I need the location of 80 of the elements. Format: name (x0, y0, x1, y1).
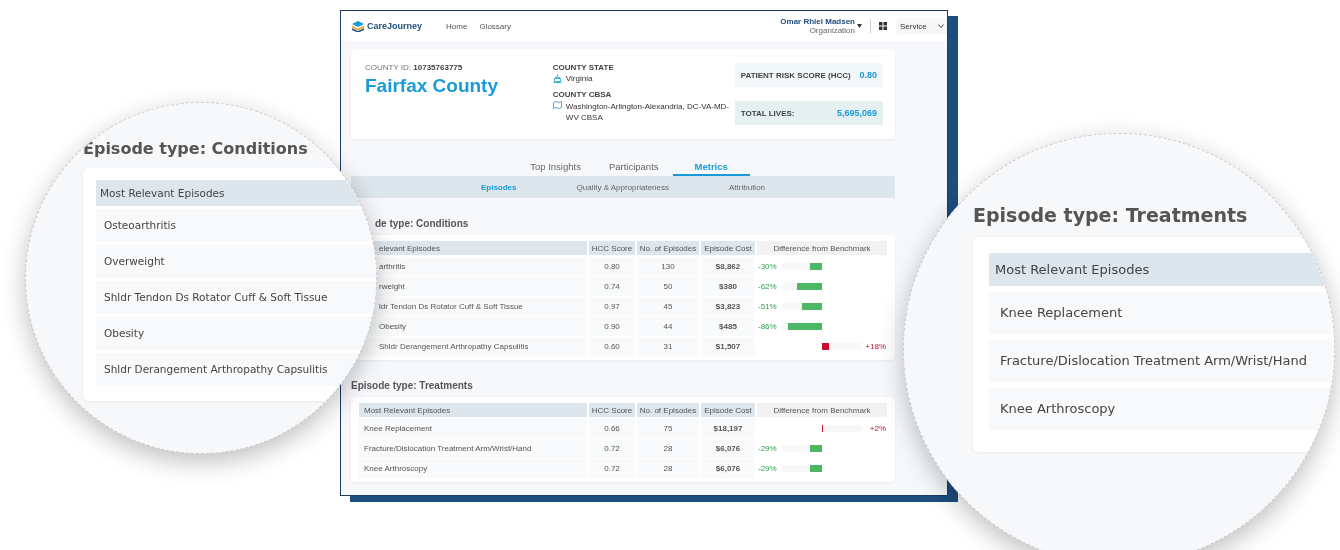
stat-label: TOTAL LIVES: (740, 108, 795, 118)
table-cell: Knee Replacement (359, 419, 587, 438)
table-cell: 0.80 (589, 257, 635, 276)
table-cell: 0.97 (589, 297, 635, 316)
table-cell: Overweight (96, 245, 376, 278)
map-icon (552, 101, 562, 109)
difference-value: -29% (758, 444, 778, 453)
table-cell: Shldr Tendon Ds Rotator Cuff & Soft Tissue (96, 281, 376, 314)
subtab[interactable]: Attribution (729, 182, 766, 192)
user-role: Organization (809, 26, 855, 35)
column-header: HCC Score (589, 403, 635, 417)
table-cell: 130 (637, 257, 699, 276)
table-cell: $3,823 (701, 297, 755, 316)
section-title: de type: Conditions (374, 218, 470, 229)
stat-value: 5,695,069 (836, 108, 877, 118)
table-cell: 31 (637, 337, 699, 356)
table-cell: $485 (701, 317, 755, 336)
table-cell: 44 (637, 317, 699, 336)
table-cell: Fracture/Dislocation Treatment Arm/Wrist/Hand (989, 340, 1334, 382)
table-cell: Fracture/Dislocation Treatment Arm/Wrist/Hand (359, 439, 587, 458)
cbsa-value: Washington-Arlington-Alexandria, DC-VA-MD-WV CBSA (565, 101, 730, 124)
logo-text: CareJourney (367, 21, 423, 31)
table-cell: 0.66 (589, 419, 635, 438)
section-title: Episode type: Treatments (351, 380, 474, 391)
column-header: No. of Episodes (637, 403, 699, 417)
column-header: Difference from Benchmark (757, 403, 887, 417)
nav-link[interactable]: Glossary (479, 21, 511, 31)
column-header: Episode Cost (701, 403, 755, 417)
difference-value: -30% (758, 262, 778, 271)
tab[interactable]: Participants (594, 161, 673, 176)
subtab[interactable]: Quality & Appropriateness (576, 182, 669, 192)
stat-value: 0.80 (859, 70, 877, 80)
table-cell: $8,862 (701, 257, 755, 276)
tab[interactable]: Top Insights (516, 161, 595, 176)
table-cell: 0.72 (589, 459, 635, 478)
difference-value: +2% (868, 424, 886, 433)
user-menu[interactable]: Omar Rhiel Madsen Organization (780, 17, 862, 35)
table-cell: 0.90 (589, 317, 635, 336)
column-header: No. of Episodes (637, 241, 699, 255)
difference-value: -86% (758, 322, 778, 331)
table-cell: 75 (637, 419, 699, 438)
table-cell: Knee Replacement (989, 292, 1334, 334)
service-select[interactable]: Service (897, 18, 947, 34)
county-name: Fairfax County (365, 75, 500, 97)
column-header: Difference from Benchmark (757, 241, 887, 255)
table-cell: Shldr Derangement Arthropathy Capsulitis (359, 337, 587, 356)
chevron-down-icon (938, 24, 944, 28)
logo-icon (351, 20, 365, 32)
table-cell: 0.72 (589, 439, 635, 458)
table-cell: 0.60 (589, 337, 635, 356)
column-header: Episode Cost (701, 241, 755, 255)
table-cell: 28 (637, 439, 699, 458)
table-cell: 0.74 (589, 277, 635, 296)
difference-value: +18% (864, 342, 886, 351)
table-cell: $6,076 (701, 439, 755, 458)
table-cell: Knee Arthroscopy (359, 459, 587, 478)
difference-value: -51% (758, 302, 778, 311)
nav-link[interactable]: Home (446, 21, 468, 31)
table-cell: $18,197 (701, 419, 755, 438)
difference-value: -62% (758, 282, 778, 291)
table-cell: $380 (701, 277, 755, 296)
table-cell: 45 (637, 297, 699, 316)
table-cell: $6,076 (701, 459, 755, 478)
column-header: Most Relevant Episodes (359, 403, 587, 417)
section-title: Episode type: Conditions (83, 139, 309, 158)
user-name: Omar Rhiel Madsen (780, 17, 855, 26)
table-cell: $1,507 (701, 337, 755, 356)
column-header: HCC Score (589, 241, 635, 255)
table-cell: 28 (637, 459, 699, 478)
grid-icon (879, 22, 887, 30)
table-cell: 50 (637, 277, 699, 296)
section-title: Episode type: Treatments (973, 204, 1249, 226)
field-label: COUNTY CBSA (552, 90, 613, 99)
caret-icon (857, 24, 862, 28)
field-label: COUNTY STATE (552, 63, 615, 72)
state-value: Virginia (565, 74, 593, 83)
building-icon (552, 74, 562, 83)
stat-label: PATIENT RISK SCORE (HCC) (740, 70, 851, 80)
county-id: COUNTY ID: 10735763775 (365, 63, 464, 72)
difference-value: -29% (758, 464, 778, 473)
